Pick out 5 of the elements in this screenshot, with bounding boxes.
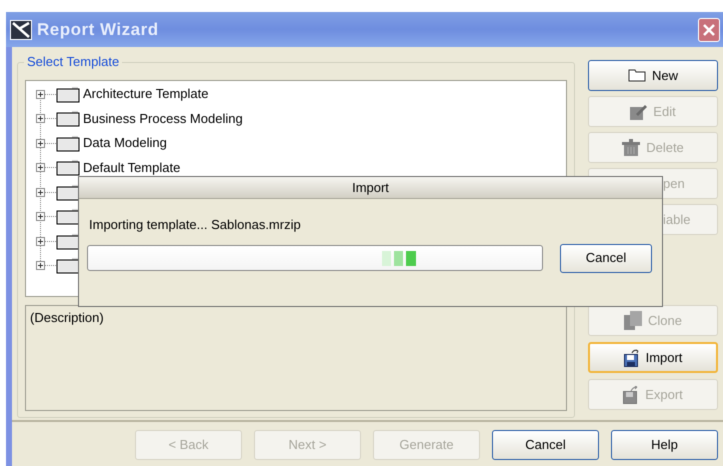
description-text: (Description): [30, 310, 104, 325]
progress-message: Importing template... Sablonas.mrzip: [89, 216, 301, 234]
window-title: Report Wizard: [37, 18, 159, 41]
group-label: Select Template: [24, 54, 122, 70]
dialog-title: Import: [352, 178, 389, 197]
